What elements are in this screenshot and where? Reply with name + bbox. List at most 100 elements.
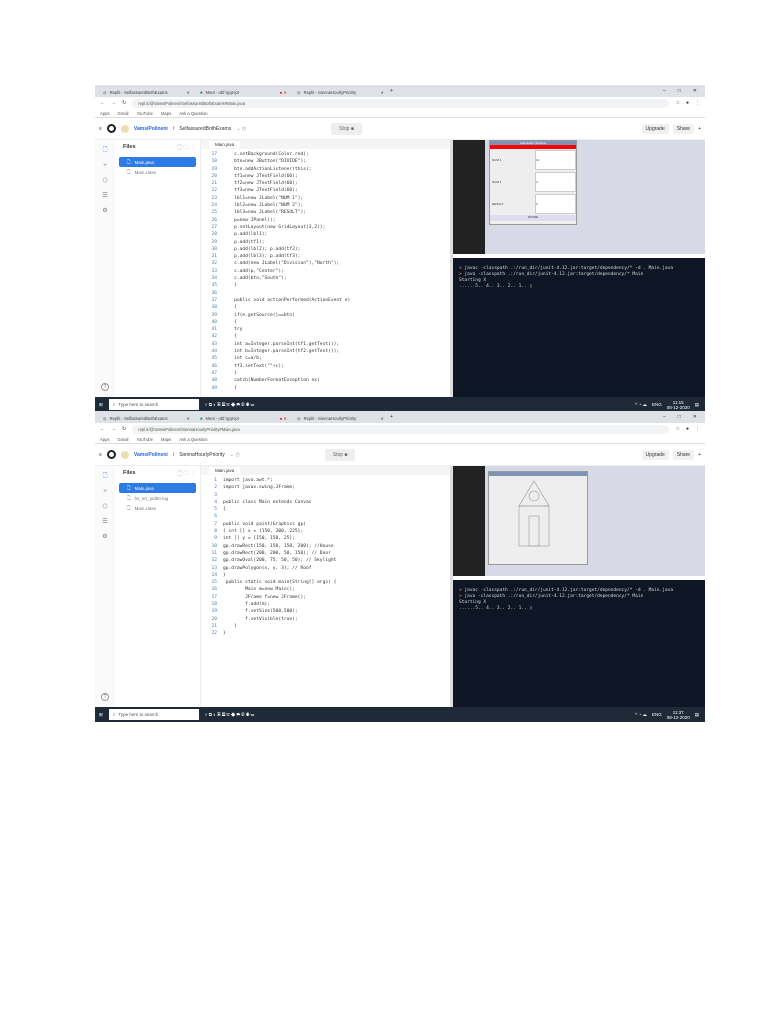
database-icon[interactable]: ☰ xyxy=(102,518,107,525)
new-tab-button[interactable]: + xyxy=(390,414,393,420)
repl-name[interactable]: SelfassuredBothExams xyxy=(179,126,231,132)
hamburger-icon[interactable]: ≡ xyxy=(99,126,102,132)
minimize-icon[interactable]: – xyxy=(663,88,666,94)
avatar[interactable] xyxy=(120,124,129,133)
stop-button[interactable]: Stop ■ xyxy=(324,448,356,461)
file-item[interactable]: 🗋 Main.class xyxy=(119,503,196,513)
files-icon[interactable]: 🗋 xyxy=(103,145,108,155)
code-editor[interactable]: Main.java 17 c.setBackground(Color.red);… xyxy=(201,140,453,397)
bookmark-ask[interactable]: Ask a Question xyxy=(179,111,207,116)
tray-icons[interactable]: ^ ◔ ☁ xyxy=(635,712,647,718)
browser-tab[interactable]: ◎ Replit - SiennaHourlyPriority ✕ xyxy=(293,413,388,423)
maximize-icon[interactable]: □ xyxy=(678,88,681,94)
menu-icon[interactable]: ⋮ xyxy=(695,100,700,106)
avatar[interactable] xyxy=(120,450,129,459)
editor-tab[interactable]: Main.java xyxy=(209,141,241,148)
history-icon[interactable]: ⌄ ◷ xyxy=(230,452,240,458)
reload-icon[interactable]: ↻ xyxy=(122,426,126,432)
replit-logo[interactable] xyxy=(106,450,116,459)
back-icon[interactable]: ← xyxy=(100,100,105,106)
database-icon[interactable]: ☰ xyxy=(102,192,107,199)
browser-tab[interactable]: ■ Meet - obf-rgqt-ipt ● ✕ xyxy=(196,87,291,97)
forward-icon[interactable]: → xyxy=(111,426,116,432)
bookmark-apps[interactable]: Apps xyxy=(100,111,110,116)
code-editor[interactable]: Main.java 1 import java.awt.*; 2 import jav… xyxy=(201,466,453,707)
java-frame[interactable] xyxy=(488,471,588,565)
add-icon[interactable]: + xyxy=(698,126,701,132)
code-area[interactable]: 17 c.setBackground(Color.red); 18 btn=new… xyxy=(201,149,450,397)
close-window-icon[interactable]: ✕ xyxy=(693,88,697,94)
divide-button[interactable]: DIVIDE xyxy=(490,215,576,221)
profile-icon[interactable]: ● xyxy=(686,426,689,432)
notifications-icon[interactable]: ▤ xyxy=(695,402,699,408)
bookmark-apps[interactable]: Apps xyxy=(100,437,110,442)
file-actions-icon[interactable]: 🗋 🗀 ⋮ xyxy=(178,144,196,153)
file-actions-icon[interactable]: 🗋 🗀 ⋮ xyxy=(178,470,196,479)
url-field[interactable]: repl.it/@VamsiPolineni/SiennaHourlyPrior… xyxy=(132,424,670,434)
language-indicator[interactable]: ENG xyxy=(652,712,662,717)
hamburger-icon[interactable]: ≡ xyxy=(99,452,102,458)
taskbar-search[interactable]: ⌕ Type here to search xyxy=(108,399,199,410)
bookmark-youtube[interactable]: YouTube xyxy=(136,111,152,116)
forward-icon[interactable]: → xyxy=(111,100,116,106)
settings-icon[interactable]: ⚙ xyxy=(102,207,107,214)
language-indicator[interactable]: ENG xyxy=(652,402,662,407)
close-window-icon[interactable]: ✕ xyxy=(693,414,697,420)
close-icon[interactable]: ● ✕ xyxy=(280,416,287,421)
share-button[interactable]: Share xyxy=(672,123,695,134)
help-icon[interactable]: ? xyxy=(101,693,109,701)
minimize-icon[interactable]: – xyxy=(663,414,666,420)
share-button[interactable]: Share xyxy=(672,449,695,460)
repl-name[interactable]: SiennaHourlyPriority xyxy=(179,452,225,458)
username-link[interactable]: VamsiPolineni xyxy=(134,452,168,458)
bookmark-youtube[interactable]: YouTube xyxy=(136,437,152,442)
windows-start-icon[interactable]: ⊞ xyxy=(99,402,103,408)
browser-tab[interactable]: ■ Meet - obf-rgqt-ipt ● ✕ xyxy=(196,413,291,423)
text-field[interactable]: 4 xyxy=(535,194,576,214)
version-control-icon[interactable]: ⑂ xyxy=(103,489,107,495)
file-item[interactable]: 🗋 Main.class xyxy=(119,167,196,177)
bookmark-maps[interactable]: Maps xyxy=(161,437,171,442)
star-icon[interactable]: ☆ xyxy=(675,100,679,106)
maximize-icon[interactable]: □ xyxy=(678,414,681,420)
menu-icon[interactable]: ⋮ xyxy=(695,426,700,432)
browser-tab[interactable]: ◎ Replit - SelfassuredBothExams ✕ xyxy=(99,413,194,423)
packages-icon[interactable]: ⬡ xyxy=(102,503,107,510)
close-icon[interactable]: ✕ xyxy=(380,416,384,421)
taskbar-apps-icon[interactable]: ○ ⧉ ◐ ▣ ▤ ✉ ◆ ⚑ ◍ ◉ ▭ xyxy=(205,402,254,407)
taskbar-search[interactable]: ⌕ Type here to search xyxy=(108,709,199,720)
stop-button[interactable]: Stop ■ xyxy=(331,122,362,135)
replit-logo[interactable] xyxy=(106,124,116,133)
star-icon[interactable]: ☆ xyxy=(675,426,679,432)
help-icon[interactable]: ? xyxy=(101,383,109,391)
file-item[interactable]: 🗋 hs_err_pid50.log xyxy=(119,493,196,503)
taskbar-apps-icon[interactable]: ○ ⧉ ◐ ▣ ▤ ✉ ◆ ⚑ ◍ ◉ ▭ xyxy=(205,712,254,717)
tray-icons[interactable]: ^ ◔ ☁ xyxy=(635,402,647,408)
console[interactable]: > javac -classpath .:/run_dir/junit-4.12… xyxy=(453,254,705,397)
close-icon[interactable]: ✕ xyxy=(380,90,384,95)
upgrade-button[interactable]: Upgrade xyxy=(641,449,669,460)
close-icon[interactable]: ✕ xyxy=(186,416,190,421)
java-frame[interactable]: Calculation Window NUM 1 12 NUM 2 3 RESULT 4 DI… xyxy=(489,140,577,225)
username-link[interactable]: VamsiPolineni xyxy=(134,126,168,132)
add-icon[interactable]: + xyxy=(698,452,701,458)
files-icon[interactable]: 🗋 xyxy=(103,471,108,481)
console[interactable]: > javac -classpath .:/run_dir/junit-4.12… xyxy=(453,576,705,707)
clock[interactable]: 11:15 08-12-2020 xyxy=(667,400,690,410)
bookmark-maps[interactable]: Maps xyxy=(161,111,171,116)
reload-icon[interactable]: ↻ xyxy=(122,100,126,106)
close-icon[interactable]: ● ✕ xyxy=(280,90,287,95)
upgrade-button[interactable]: Upgrade xyxy=(641,123,669,134)
browser-tab[interactable]: ◎ Replit - SiennaHourlyPriority ✕ xyxy=(293,87,388,97)
back-icon[interactable]: ← xyxy=(100,426,105,432)
code-area[interactable]: 1 import java.awt.*; 2 import javax.swing.J… xyxy=(201,475,450,707)
bookmark-gmail[interactable]: Gmail xyxy=(118,111,129,116)
close-icon[interactable]: ✕ xyxy=(186,90,190,95)
file-item[interactable]: 🗋 Main.java xyxy=(119,157,196,167)
text-field[interactable]: 3 xyxy=(535,172,576,192)
profile-icon[interactable]: ● xyxy=(686,100,689,106)
text-field[interactable]: 12 xyxy=(535,150,576,170)
version-control-icon[interactable]: ⑂ xyxy=(103,163,107,169)
bookmark-gmail[interactable]: Gmail xyxy=(118,437,129,442)
settings-icon[interactable]: ⚙ xyxy=(102,533,107,540)
